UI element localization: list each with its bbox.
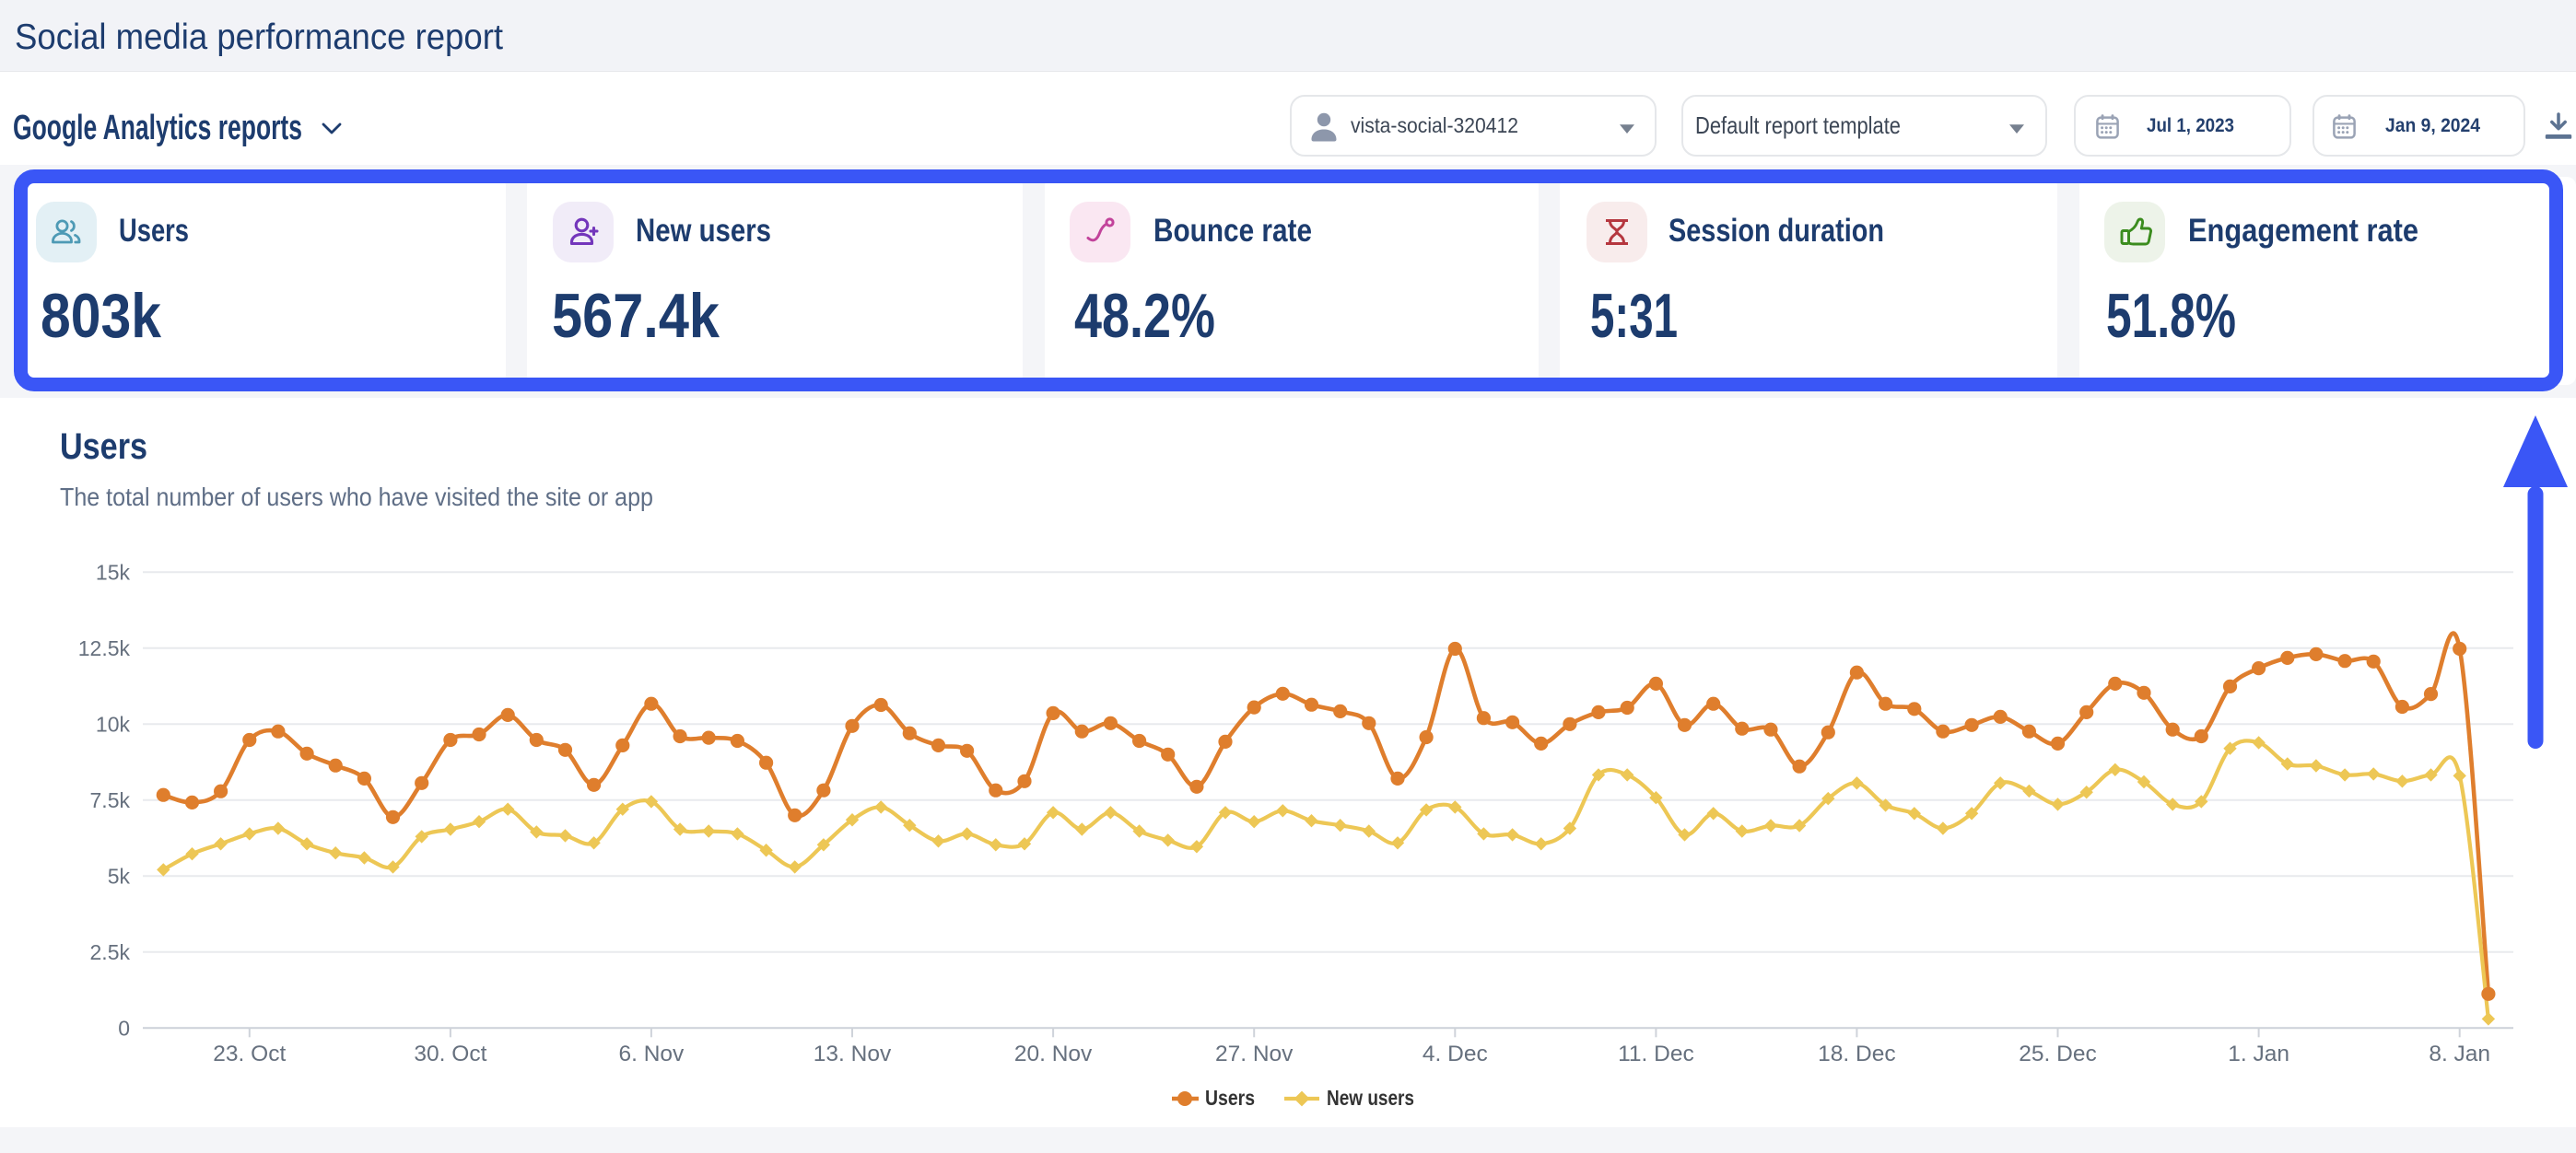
svg-text:2.5k: 2.5k: [90, 940, 131, 964]
svg-text:30. Oct: 30. Oct: [414, 1042, 486, 1066]
svg-text:5k: 5k: [108, 864, 131, 888]
svg-text:10k: 10k: [96, 712, 131, 736]
svg-text:15k: 15k: [96, 560, 131, 584]
svg-text:11. Dec: 11. Dec: [1618, 1042, 1694, 1066]
svg-text:1. Jan: 1. Jan: [2228, 1042, 2289, 1066]
svg-text:18. Dec: 18. Dec: [1818, 1042, 1895, 1066]
svg-text:27. Nov: 27. Nov: [1215, 1042, 1294, 1066]
svg-text:4. Dec: 4. Dec: [1423, 1042, 1488, 1066]
svg-text:0: 0: [118, 1016, 130, 1040]
svg-text:New users: New users: [1327, 1086, 1414, 1110]
svg-text:7.5k: 7.5k: [90, 788, 131, 812]
svg-text:20. Nov: 20. Nov: [1014, 1042, 1093, 1066]
svg-text:12.5k: 12.5k: [78, 636, 131, 660]
svg-text:Users: Users: [1205, 1086, 1255, 1110]
svg-text:6. Nov: 6. Nov: [618, 1042, 685, 1066]
svg-text:13. Nov: 13. Nov: [814, 1042, 892, 1066]
svg-text:8. Jan: 8. Jan: [2429, 1042, 2490, 1066]
svg-text:23. Oct: 23. Oct: [213, 1042, 286, 1066]
svg-text:25. Dec: 25. Dec: [2019, 1042, 2096, 1066]
